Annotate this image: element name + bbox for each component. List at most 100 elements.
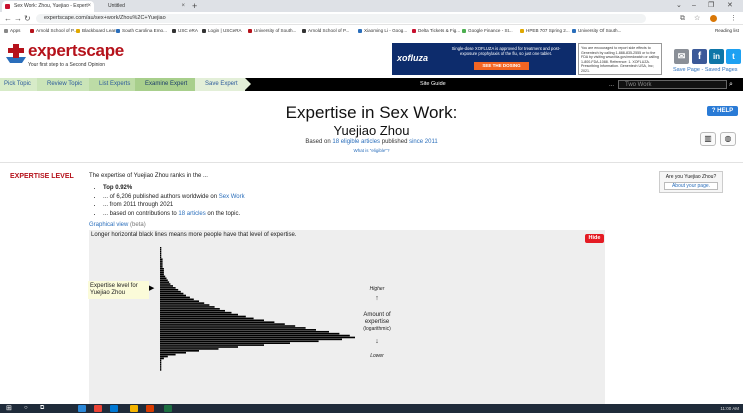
distribution-bar	[160, 308, 220, 310]
what-eligible-link[interactable]: What is "eligible"?	[0, 148, 743, 153]
eligible-articles-link[interactable]: 18 eligible articles	[332, 139, 380, 145]
bookmark-label: USC eRA	[178, 28, 198, 33]
distribution-bar	[160, 330, 329, 333]
file-explorer-icon[interactable]	[130, 405, 138, 412]
bookmark-icon	[358, 28, 362, 33]
crumb-examine-expert[interactable]: Examine Expert	[135, 78, 195, 91]
distribution-bar	[160, 275, 166, 278]
distribution-bar	[160, 321, 275, 324]
distribution-bar	[160, 247, 162, 249]
search-dots: ...	[609, 82, 615, 88]
graphical-view-link[interactable]: Graphical view	[89, 222, 128, 228]
bookmark-item[interactable]: Xiaoming Li - Goog...	[358, 26, 407, 36]
restore-icon[interactable]: ❐	[708, 0, 714, 12]
crumb-list-experts[interactable]: List Experts	[89, 78, 135, 91]
expertise-graph-panel: Longer horizontal black lines means more…	[88, 230, 605, 404]
new-tab-icon[interactable]: +	[192, 0, 197, 12]
bookmark-label: Apps	[10, 28, 21, 33]
browser-tab-inactive[interactable]: Untitled ×	[96, 1, 188, 12]
url-input[interactable]: expertscape.com/au/sex+work/Zhou%2C+Yuej…	[36, 14, 646, 23]
bullet-rank: Top 0.92%	[103, 184, 245, 193]
help-button[interactable]: ? HELP	[707, 106, 738, 116]
bookmark-label: Xiaoming Li - Goog...	[364, 28, 408, 33]
distribution-bar	[160, 281, 170, 283]
ad-brand: xofluza	[397, 53, 429, 63]
address-bar-row: ← → ↻ expertscape.com/au/sex+work/Zhou%2…	[0, 12, 743, 25]
acrobat-icon[interactable]	[146, 405, 154, 412]
save-page-link[interactable]: Save Page	[673, 67, 700, 73]
minimize-icon[interactable]: –	[692, 0, 696, 12]
site-guide-link[interactable]: Site Guide	[420, 78, 446, 91]
bookmark-item[interactable]: University Of South...	[572, 26, 621, 36]
distribution-bar	[160, 344, 264, 346]
since-link[interactable]: since 2011	[409, 139, 438, 145]
topic-search-input[interactable]: ... Two Work	[609, 80, 727, 89]
bookmark-label: Blackboard Learn	[82, 28, 119, 33]
outlook-icon[interactable]	[110, 405, 118, 412]
kebab-menu-icon[interactable]: ⋮	[730, 13, 737, 24]
barcode-icon[interactable]: ▥	[700, 132, 716, 146]
chrome-icon[interactable]	[94, 405, 102, 412]
ad-see-dosing-button[interactable]: SEE THE DOSING	[474, 62, 529, 70]
ad-text: Single-dose XOFLUZA is approved for trea…	[451, 46, 561, 56]
bookmark-apps[interactable]: Apps	[4, 26, 20, 36]
distribution-bar	[160, 250, 162, 253]
bookmark-label: Delta Tickets & Fig...	[418, 28, 461, 33]
forward-icon[interactable]: →	[14, 13, 22, 24]
chevron-down-icon[interactable]: ⌄	[676, 0, 682, 12]
edge-icon[interactable]	[78, 405, 86, 412]
email-icon[interactable]: ✉	[674, 49, 689, 64]
browser-tab-active[interactable]: Sex Work: Zhou, Yuejiao - Expert ×	[2, 1, 94, 12]
globe-icon[interactable]: ◍	[720, 132, 736, 146]
site-header: expertscape Your first step to a Second …	[0, 37, 743, 77]
distribution-bar	[160, 361, 162, 364]
task-view-icon[interactable]: ⧉	[40, 405, 48, 412]
facebook-icon[interactable]: f	[692, 49, 707, 64]
distribution-bar	[160, 296, 190, 299]
windows-start-icon[interactable]: ⊞	[6, 405, 14, 412]
distribution-bar	[160, 273, 164, 276]
bookmark-item[interactable]: University of South...	[248, 26, 296, 36]
share-icon[interactable]: ⧉	[680, 13, 685, 24]
search-icon[interactable]: ○	[24, 405, 32, 412]
crumb-review-topic[interactable]: Review Topic	[37, 78, 89, 91]
star-icon[interactable]: ☆	[694, 13, 700, 24]
close-window-icon[interactable]: ✕	[727, 0, 733, 12]
crumb-save-expert[interactable]: Save Expert	[195, 78, 245, 91]
reading-list[interactable]: Reading list	[715, 26, 739, 36]
reload-icon[interactable]: ↻	[24, 13, 31, 24]
bookmark-icon	[462, 28, 466, 33]
linkedin-icon[interactable]: in	[709, 49, 724, 64]
bookmark-item[interactable]: Arnold School of P...	[30, 26, 77, 36]
bookmark-item[interactable]: Google Finance - St...	[462, 26, 513, 36]
about-your-page-button[interactable]: About your page.	[664, 182, 718, 190]
expertscape-logo-icon[interactable]	[4, 43, 28, 63]
articles-link[interactable]: 18 articles	[178, 211, 205, 217]
hide-graph-button[interactable]: Hide	[585, 234, 604, 243]
bookmark-item[interactable]: Delta Tickets & Fig...	[412, 26, 460, 36]
advertisement-banner[interactable]: xofluza Single-dose XOFLUZA is approved …	[392, 43, 576, 75]
bookmark-item[interactable]: Arnold School of P...	[302, 26, 349, 36]
sex-work-topic-link[interactable]: Sex Work	[219, 194, 245, 200]
crumb-pick-topic[interactable]: Pick Topic	[0, 78, 41, 91]
bookmark-item[interactable]: USC eRA	[172, 26, 198, 36]
bookmark-item[interactable]: Blackboard Learn	[76, 26, 118, 36]
close-tab-icon[interactable]: ×	[87, 1, 91, 12]
scale-lower: Lower	[370, 353, 384, 359]
bookmark-item[interactable]: South Carolina Emo...	[116, 26, 167, 36]
close-tab-icon[interactable]: ×	[181, 1, 185, 12]
distribution-bar	[160, 256, 162, 259]
back-icon[interactable]: ←	[4, 13, 12, 24]
bookmark-icon	[248, 28, 252, 33]
excel-icon[interactable]	[164, 405, 172, 412]
bookmark-item[interactable]: Login | USCeRA	[202, 26, 242, 36]
distribution-bar	[160, 346, 238, 348]
site-logo-text[interactable]: expertscape	[28, 41, 124, 61]
distribution-bar	[160, 336, 355, 339]
twitter-icon[interactable]: t	[726, 49, 741, 64]
saved-pages-link[interactable]: Saved Pages	[705, 67, 738, 73]
profile-avatar[interactable]	[710, 15, 717, 22]
bookmark-icon	[172, 28, 176, 33]
bookmark-item[interactable]: HPEB 707 Spring 2...	[520, 26, 570, 36]
search-icon[interactable]: ⌕	[729, 80, 733, 89]
